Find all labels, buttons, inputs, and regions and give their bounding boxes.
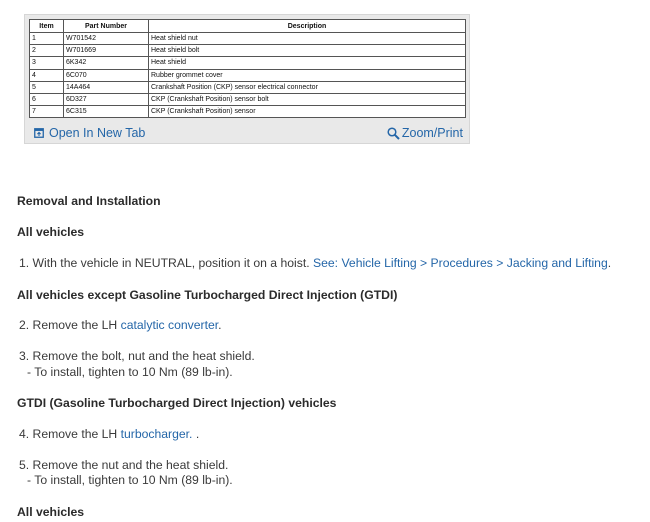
column-header-description: Description xyxy=(148,19,466,33)
cell-description: Heat shield bolt xyxy=(148,44,466,58)
cell-item: 4 xyxy=(29,68,64,82)
vehicle-lifting-link[interactable]: See: Vehicle Lifting > Procedures > Jack… xyxy=(313,256,608,270)
cell-part-number: W701542 xyxy=(63,31,149,46)
open-in-new-tab-label: Open In New Tab xyxy=(49,126,146,140)
cell-description: Rubber grommet cover xyxy=(148,68,466,82)
step-1-period: . xyxy=(607,256,612,270)
cell-item: 7 xyxy=(29,105,64,119)
step-2-text: 2. Remove the LH xyxy=(19,318,121,332)
step-4: 4. Remove the LH turbocharger. . xyxy=(19,427,199,441)
group-heading-all-vehicles: All vehicles xyxy=(17,225,85,239)
table-row: 3 6K342 Heat shield xyxy=(29,56,466,70)
cell-description: Heat shield xyxy=(148,56,466,70)
cell-part-number: 6D327 xyxy=(63,92,149,107)
step-1-text: 1. With the vehicle in NEUTRAL, position… xyxy=(19,256,313,270)
cell-description: Heat shield nut xyxy=(148,31,466,46)
step-5: 5. Remove the nut and the heat shield. xyxy=(19,458,229,472)
step-2: 2. Remove the LH catalytic converter. xyxy=(19,318,222,332)
section-title: Removal and Installation xyxy=(17,194,161,208)
cell-part-number: W701669 xyxy=(63,44,149,58)
step-4-period: . xyxy=(192,427,200,441)
group-heading-non-gtdi: All vehicles except Gasoline Turbocharge… xyxy=(17,288,398,302)
table-row: 7 6C315 CKP (Crankshaft Position) sensor xyxy=(29,105,466,119)
open-in-new-tab-link[interactable]: Open In New Tab xyxy=(34,126,145,140)
figure-toolbar: Open In New Tab Zoom/Print xyxy=(25,123,469,145)
step-3: 3. Remove the bolt, nut and the heat shi… xyxy=(19,349,255,363)
group-heading-gtdi: GTDI (Gasoline Turbocharged Direct Injec… xyxy=(17,396,337,410)
open-tab-icon xyxy=(34,128,44,138)
cell-item: 6 xyxy=(29,92,64,107)
group-heading-all-vehicles-2: All vehicles xyxy=(17,505,85,519)
parts-figure: Item Part Number Description 1 W701542 H… xyxy=(24,14,470,144)
cell-part-number: 6C070 xyxy=(63,68,149,82)
table-row: 1 W701542 Heat shield nut xyxy=(29,31,466,46)
catalytic-converter-link[interactable]: catalytic converter xyxy=(121,318,219,332)
step-5-torque-note: - To install, tighten to 10 Nm (89 lb-in… xyxy=(27,473,233,487)
cell-description: Crankshaft Position (CKP) sensor electri… xyxy=(148,80,466,94)
zoom-print-link[interactable]: Zoom/Print xyxy=(387,126,463,140)
table-header-row: Item Part Number Description xyxy=(29,19,466,33)
cell-description: CKP (Crankshaft Position) sensor bolt xyxy=(148,92,466,107)
turbocharger-link[interactable]: turbocharger. xyxy=(121,427,193,441)
column-header-part-number: Part Number xyxy=(63,19,149,33)
table-row: 2 W701669 Heat shield bolt xyxy=(29,44,466,58)
cell-item: 1 xyxy=(29,31,64,46)
cell-part-number: 14A464 xyxy=(63,80,149,94)
step-2-period: . xyxy=(218,318,222,332)
zoom-print-label: Zoom/Print xyxy=(401,126,463,140)
step-1: 1. With the vehicle in NEUTRAL, position… xyxy=(19,256,611,270)
cell-item: 3 xyxy=(29,56,64,70)
table-row: 6 6D327 CKP (Crankshaft Position) sensor… xyxy=(29,92,466,107)
step-4-text: 4. Remove the LH xyxy=(19,427,121,441)
column-header-item: Item xyxy=(29,19,64,33)
cell-item: 5 xyxy=(29,80,64,94)
cell-part-number: 6C315 xyxy=(63,105,149,119)
cell-item: 2 xyxy=(29,44,64,58)
magnifier-icon xyxy=(387,126,400,140)
step-3-torque-note: - To install, tighten to 10 Nm (89 lb-in… xyxy=(27,365,233,379)
cell-part-number: 6K342 xyxy=(63,56,149,70)
parts-table: Item Part Number Description 1 W701542 H… xyxy=(29,19,466,119)
cell-description: CKP (Crankshaft Position) sensor xyxy=(148,105,466,119)
table-row: 4 6C070 Rubber grommet cover xyxy=(29,68,466,82)
table-row: 5 14A464 Crankshaft Position (CKP) senso… xyxy=(29,80,466,94)
